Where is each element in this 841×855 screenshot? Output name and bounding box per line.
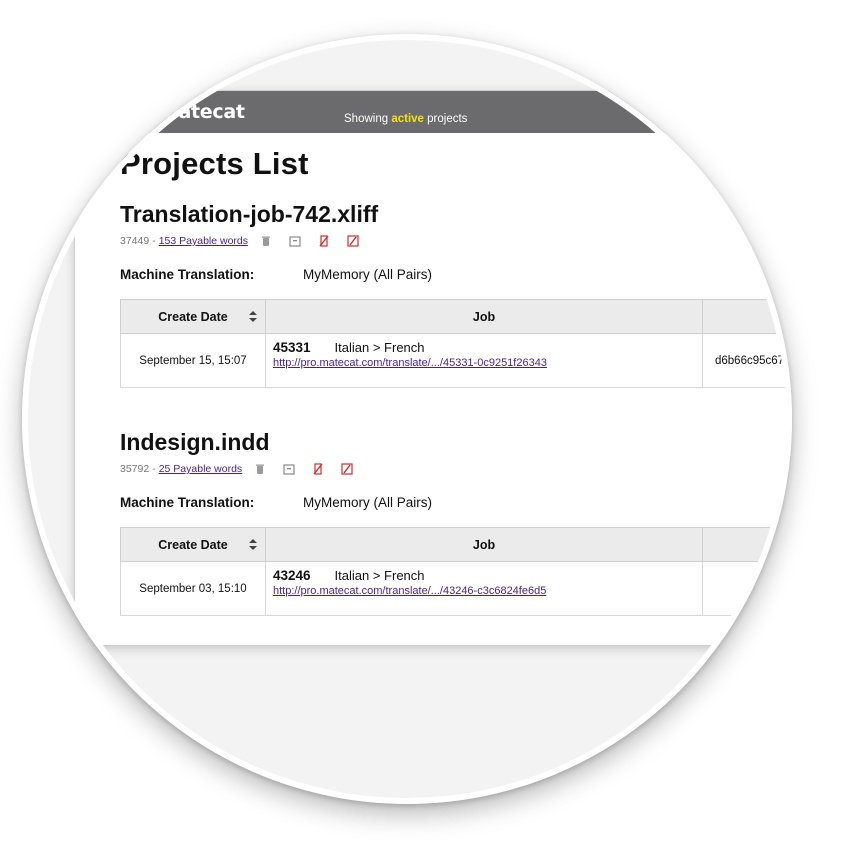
project-meta: 37449 - 153 Payable words bbox=[120, 234, 792, 248]
mt-value: MyMemory (All Pairs) bbox=[303, 267, 433, 282]
machine-translation-row: Machine Translation: MyMemory (All Pairs… bbox=[120, 495, 792, 510]
job-header: Job bbox=[265, 527, 703, 562]
cancel-icon[interactable] bbox=[312, 463, 324, 475]
table-header-row: Create Date Job bbox=[120, 527, 792, 562]
mt-label: Machine Translation: bbox=[120, 495, 255, 510]
job-link[interactable]: http://pro.matecat.com/translate/.../453… bbox=[273, 357, 702, 369]
create-date-header[interactable]: Create Date bbox=[120, 527, 266, 562]
archive-icon[interactable] bbox=[289, 235, 301, 247]
meta-separator: - bbox=[152, 463, 156, 475]
mt-value: MyMemory (All Pairs) bbox=[303, 495, 433, 510]
cancel-icon[interactable] bbox=[318, 235, 330, 247]
create-date-cell: September 03, 15:10 bbox=[120, 561, 266, 616]
project-id: 35792 bbox=[120, 463, 150, 475]
status-prefix: Showing bbox=[344, 113, 389, 125]
jobs-table: Create Date Job September 03, 15:10 4324… bbox=[120, 527, 792, 616]
job-cell: 45331 Italian > French http://pro.mateca… bbox=[265, 333, 703, 388]
project-name: Indesign.indd bbox=[120, 429, 270, 455]
job-password-cell bbox=[702, 561, 792, 616]
matecat-logo[interactable]: matecat bbox=[120, 100, 245, 124]
sort-icon[interactable] bbox=[249, 539, 257, 550]
project-block: Indesign.indd 35792 - 25 Payable words M… bbox=[120, 429, 792, 616]
trash-icon[interactable] bbox=[260, 235, 272, 247]
table-header-row: Create Date Job bbox=[120, 299, 792, 334]
extra-header bbox=[702, 527, 792, 562]
language-pair: Italian > French bbox=[334, 568, 425, 583]
resume-icon[interactable] bbox=[341, 463, 353, 475]
language-pair: Italian > French bbox=[334, 340, 425, 355]
project-name: Translation-job-742.xliff bbox=[120, 201, 379, 227]
project-tools bbox=[254, 463, 370, 475]
project-tools bbox=[260, 235, 376, 247]
job-top: 45331 Italian > French bbox=[273, 340, 702, 355]
job-id: 43246 bbox=[273, 568, 311, 583]
status-highlight: active bbox=[391, 113, 424, 125]
jobs-table: Create Date Job September 15, 15:07 4533… bbox=[120, 299, 792, 388]
sort-icon[interactable] bbox=[249, 311, 257, 322]
job-cell: 43246 Italian > French http://pro.mateca… bbox=[265, 561, 703, 616]
machine-translation-row: Machine Translation: MyMemory (All Pairs… bbox=[120, 267, 792, 282]
extra-header bbox=[702, 299, 792, 334]
create-date-cell: September 15, 15:07 bbox=[120, 333, 266, 388]
table-row: September 15, 15:07 45331 Italian > Fren… bbox=[120, 333, 792, 388]
job-header: Job bbox=[265, 299, 703, 334]
mt-label: Machine Translation: bbox=[120, 267, 255, 282]
create-date-header[interactable]: Create Date bbox=[120, 299, 266, 334]
logo-mark-icon bbox=[121, 101, 153, 124]
trash-icon[interactable] bbox=[254, 463, 266, 475]
logo-text: matecat bbox=[159, 101, 245, 123]
payable-words-link[interactable]: 25 Payable words bbox=[159, 463, 242, 475]
job-link[interactable]: http://pro.matecat.com/translate/.../432… bbox=[273, 585, 702, 597]
project-meta: 35792 - 25 Payable words bbox=[120, 462, 792, 476]
table-row: September 03, 15:10 43246 Italian > Fren… bbox=[120, 561, 792, 616]
project-block: Translation-job-742.xliff 37449 - 153 Pa… bbox=[120, 201, 792, 388]
app-window: matecat Showing active projects Projects… bbox=[74, 90, 792, 646]
project-id: 37449 bbox=[120, 235, 150, 247]
archive-icon[interactable] bbox=[283, 463, 295, 475]
meta-separator: - bbox=[152, 235, 156, 247]
page-title: Projects List bbox=[120, 146, 309, 181]
create-date-header-label: Create Date bbox=[158, 537, 228, 552]
job-id: 45331 bbox=[273, 340, 311, 355]
payable-words-link[interactable]: 153 Payable words bbox=[159, 235, 248, 247]
resume-icon[interactable] bbox=[347, 235, 359, 247]
job-top: 43246 Italian > French bbox=[273, 568, 702, 583]
circular-frame: matecat Showing active projects Projects… bbox=[22, 34, 792, 804]
status-suffix: projects bbox=[427, 113, 468, 125]
status-text: Showing active projects bbox=[344, 113, 467, 125]
job-password-cell: d6b66c95c67 bbox=[702, 333, 792, 388]
create-date-header-label: Create Date bbox=[158, 309, 228, 324]
top-bar: matecat Showing active projects bbox=[75, 91, 792, 133]
